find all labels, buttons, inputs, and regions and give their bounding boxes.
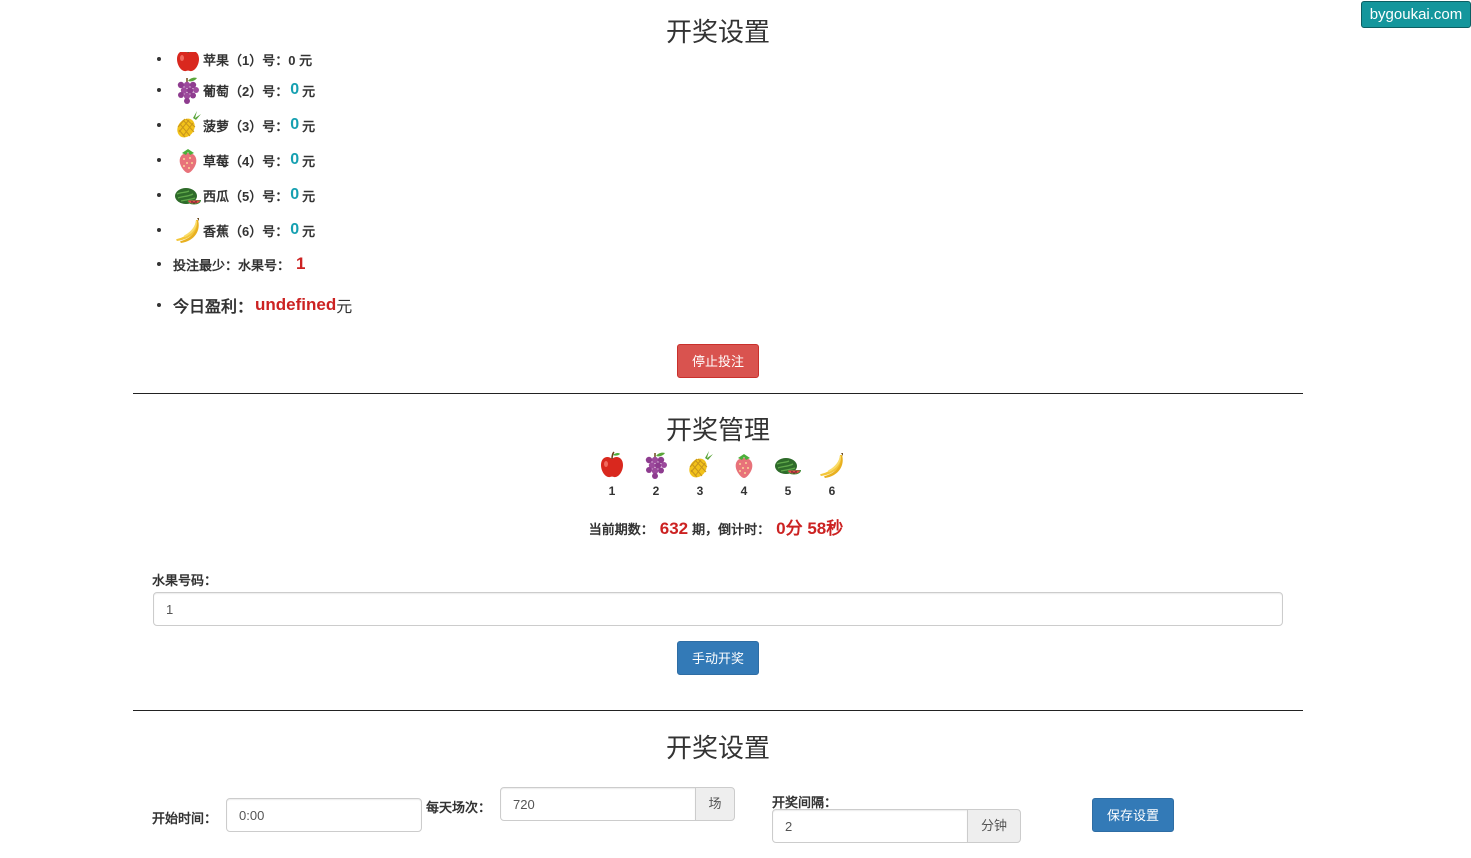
divider (133, 710, 1303, 711)
divider (133, 393, 1303, 394)
prize-amount: 0 (290, 221, 300, 238)
prize-item-label: 西瓜（5）号： (203, 188, 289, 204)
prize-item-label: 葡萄（2）号： (203, 83, 289, 99)
prize-item-grape: 葡萄（2）号： 0 元 (157, 75, 315, 105)
manage-title: 开奖管理 (665, 415, 770, 445)
fruit-row: 1 2 3 4 5 6 (590, 450, 854, 498)
bullet (157, 158, 161, 162)
save-settings-button[interactable]: 保存设置 (1092, 798, 1174, 832)
prize-item-label: 苹果（1）号：0 元 (203, 52, 313, 68)
daily-count-label: 每天场次： (426, 800, 492, 815)
fruit-code-input[interactable] (153, 592, 1283, 626)
grape-icon (641, 450, 671, 480)
countdown-value: 0分 58秒 (776, 519, 844, 538)
profit-item: 今日盈利： undefined 元 (157, 290, 352, 320)
fruit-number: 5 (784, 484, 792, 498)
fruit-number: 1 (608, 484, 616, 498)
fruit-number: 6 (828, 484, 836, 498)
prize-amount: 0 (290, 116, 300, 133)
period-suffix: 期，倒计时： (692, 522, 771, 537)
period-label: 当前期数： (588, 522, 654, 537)
start-time-input[interactable] (226, 798, 422, 832)
bullet (157, 228, 161, 232)
period-status: 当前期数： 632 期，倒计时： 0分 58秒 (133, 514, 1303, 539)
profit-value: undefined (255, 295, 337, 314)
prize-item-label: 草莓（4）号： (203, 153, 289, 169)
prize-item-strawberry: 草莓（4）号： 0 元 (157, 145, 315, 175)
prize-item-pineapple: 菠萝（3）号： 0 元 (157, 110, 315, 140)
fruit-cell-2: 2 (634, 450, 678, 498)
fruit-cell-6: 6 (810, 450, 854, 498)
prize-item-banana: 香蕉（6）号： 0 元 (157, 215, 315, 245)
bullet (157, 57, 161, 61)
fruit-cell-3: 3 (678, 450, 722, 498)
daily-count-unit: 场 (695, 787, 735, 821)
period-value: 632 (659, 519, 689, 538)
bullet (157, 193, 161, 197)
fruit-number: 4 (740, 484, 748, 498)
prize-list: 苹果（1）号：0 元 葡萄（2）号： 0 元 菠萝（3）号： 0 元 草莓（4）… (0, 40, 700, 328)
fruit-number: 2 (652, 484, 660, 498)
prize-item-watermelon: 西瓜（5）号： 0 元 (157, 180, 315, 210)
fruit-cell-4: 4 (722, 450, 766, 498)
grape-icon (173, 75, 203, 105)
profit-unit: 元 (336, 299, 353, 316)
interval-unit: 分钟 (967, 809, 1021, 843)
prize-amount: 0 (290, 151, 300, 168)
min-bet-value: 1 (296, 254, 306, 273)
prize-amount: 0 (290, 81, 300, 98)
bullet (157, 262, 161, 266)
prize-unit: 元 (302, 188, 316, 204)
fruit-code-label: 水果号码： (152, 573, 218, 588)
bullet (157, 88, 161, 92)
scroll-clip (150, 40, 450, 52)
daily-count-input[interactable] (500, 787, 696, 821)
min-bet-label: 投注最少：水果号： (173, 257, 291, 273)
prize-item-label: 香蕉（6）号： (203, 223, 289, 239)
prize-unit: 元 (302, 118, 316, 134)
prize-item-label: 菠萝（3）号： (203, 118, 289, 134)
prize-unit: 元 (302, 83, 316, 99)
fruit-cell-5: 5 (766, 450, 810, 498)
banana-icon (817, 450, 847, 480)
start-time-label: 开始时间： (152, 811, 218, 826)
prize-unit: 元 (302, 223, 316, 239)
apple-icon (597, 450, 627, 480)
strawberry-icon (729, 450, 759, 480)
bullet (157, 303, 161, 307)
profit-label: 今日盈利： (173, 299, 254, 316)
manual-draw-button[interactable]: 手动开奖 (677, 641, 759, 675)
prize-unit: 元 (302, 153, 316, 169)
watermelon-icon (173, 180, 203, 210)
settings-bottom-title: 开奖设置 (665, 733, 770, 763)
fruit-cell-1: 1 (590, 450, 634, 498)
fruit-number: 3 (696, 484, 704, 498)
watermelon-icon (773, 450, 803, 480)
pineapple-icon (685, 450, 715, 480)
strawberry-icon (173, 145, 203, 175)
stop-betting-button[interactable]: 停止投注 (677, 344, 759, 378)
banana-icon (173, 215, 203, 245)
pineapple-icon (173, 110, 203, 140)
interval-input[interactable] (772, 809, 968, 843)
bullet (157, 123, 161, 127)
site-watermark: bygoukai.com (1361, 1, 1471, 28)
min-bet-item: 投注最少：水果号： 1 (157, 249, 305, 279)
prize-amount: 0 (290, 186, 300, 203)
